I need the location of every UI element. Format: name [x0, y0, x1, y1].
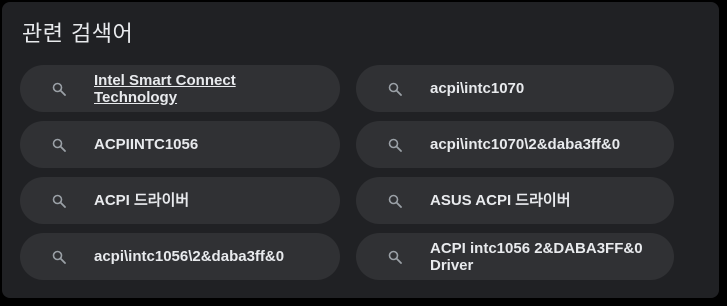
search-icon: [51, 193, 67, 209]
related-searches-panel: 관련 검색어 Intel Smart Connect Technology ac…: [2, 2, 719, 298]
related-search-chip[interactable]: acpi\intc1056\2&daba3ff&0: [20, 233, 340, 280]
related-search-label: acpi\intc1070: [430, 80, 525, 97]
related-search-label: Intel Smart Connect Technology: [94, 71, 236, 106]
related-search-chip[interactable]: acpi\intc1070\2&daba3ff&0: [356, 121, 674, 168]
search-icon: [387, 249, 403, 265]
related-search-chip[interactable]: ACPI 드라이버: [20, 177, 340, 224]
search-icon: [387, 81, 403, 97]
related-search-chip[interactable]: ACPI intc1056 2&DABA3FF&0 Driver: [356, 233, 674, 280]
related-search-label: acpi\intc1056\2&daba3ff&0: [94, 248, 285, 265]
search-icon: [387, 193, 403, 209]
related-search-chip[interactable]: Intel Smart Connect Technology: [20, 65, 340, 112]
related-search-label: ACPIINTC1056: [94, 136, 199, 153]
related-search-chip[interactable]: ACPIINTC1056: [20, 121, 340, 168]
related-search-chip[interactable]: acpi\intc1070: [356, 65, 674, 112]
search-icon: [387, 137, 403, 153]
related-search-label: acpi\intc1070\2&daba3ff&0: [430, 136, 621, 153]
related-search-chip[interactable]: ASUS ACPI 드라이버: [356, 177, 674, 224]
related-search-label: ACPI 드라이버: [94, 192, 190, 209]
search-icon: [51, 249, 67, 265]
related-searches-grid: Intel Smart Connect Technology acpi\intc…: [20, 65, 674, 280]
section-title: 관련 검색어: [22, 22, 134, 47]
related-search-label: ACPI intc1056 2&DABA3FF&0 Driver: [430, 239, 643, 274]
search-icon: [51, 81, 67, 97]
related-search-label: ASUS ACPI 드라이버: [430, 192, 571, 209]
search-icon: [51, 137, 67, 153]
